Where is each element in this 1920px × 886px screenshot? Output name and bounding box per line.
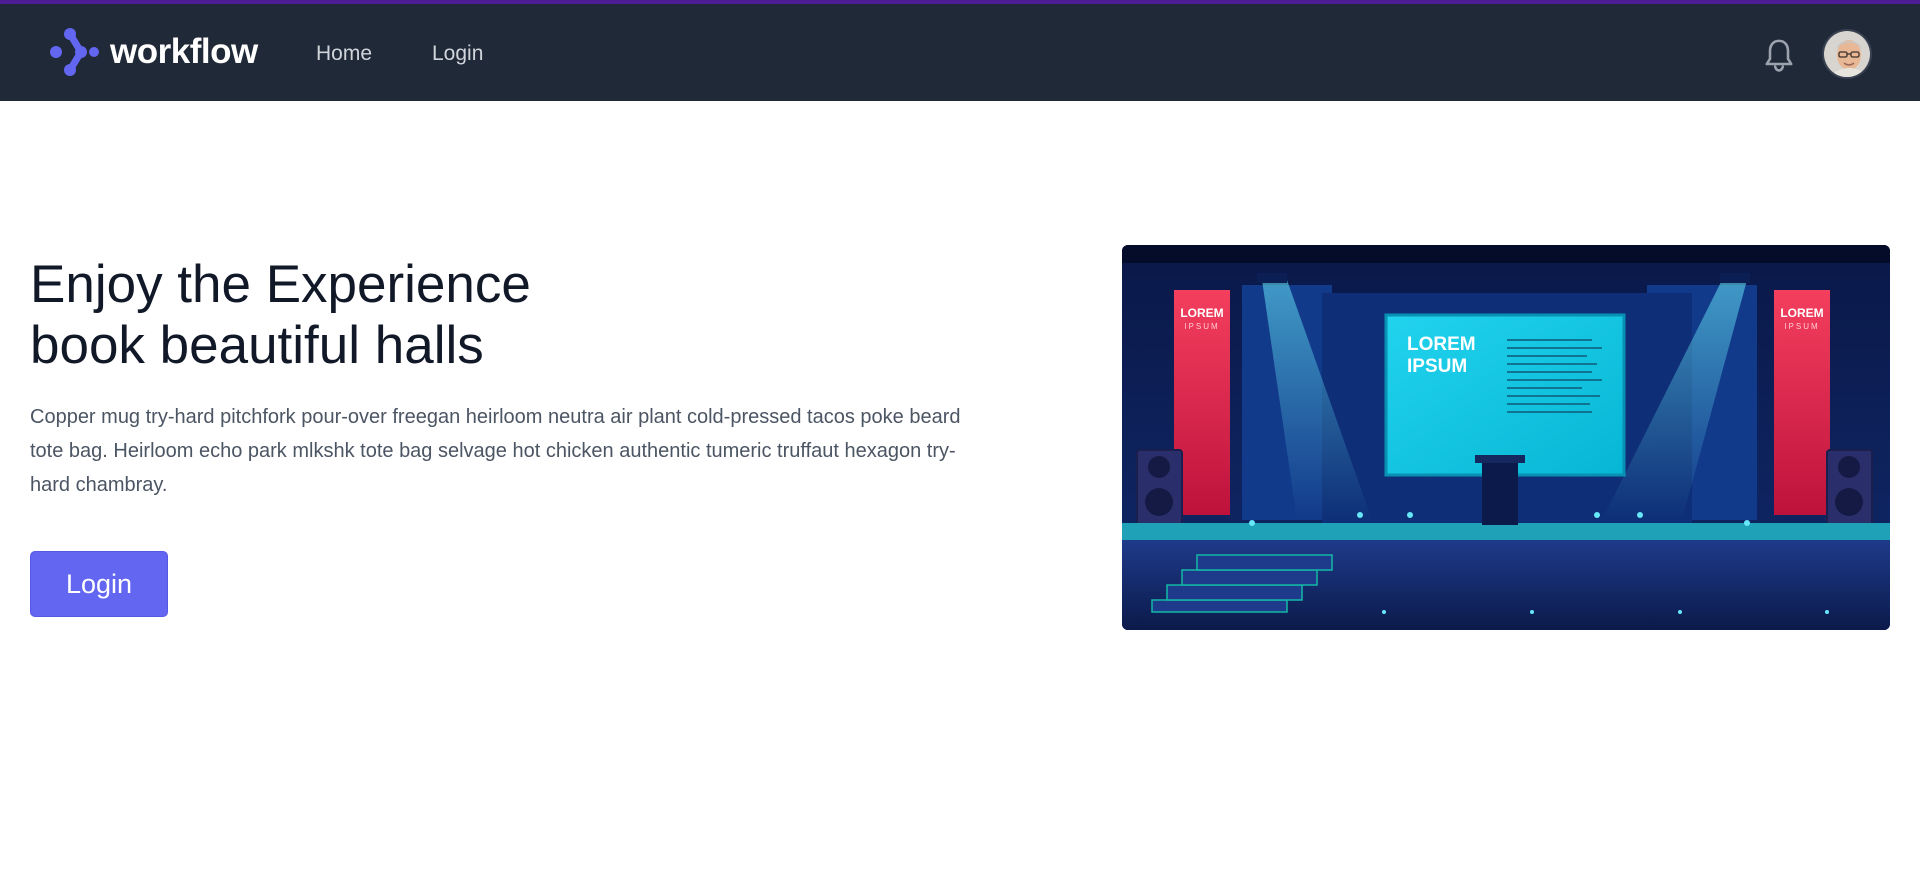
nav-home-link[interactable]: Home <box>316 42 372 66</box>
bell-icon[interactable] <box>1763 37 1795 73</box>
banner-left-line2: IPSUM <box>1184 322 1219 331</box>
brand-name: workflow <box>110 32 258 71</box>
hero-description: Copper mug try-hard pitchfork pour-over … <box>30 406 961 496</box>
hero-title-line2: book beautiful halls <box>30 316 484 375</box>
banner-right-line2: IPSUM <box>1784 322 1819 331</box>
workflow-logo-icon <box>50 28 99 76</box>
banner-left-line1: LOREM <box>1180 306 1223 320</box>
brand[interactable]: workflow <box>48 28 258 76</box>
screen-text-line2: IPSUM <box>1407 356 1467 377</box>
hero-login-button[interactable]: Login <box>30 551 168 617</box>
nav-login-link[interactable]: Login <box>432 42 483 66</box>
banner-right-line1: LOREM <box>1780 306 1823 320</box>
avatar-image <box>1824 31 1870 77</box>
navbar: workflow Home Login <box>0 4 1920 101</box>
screen-text-line1: LOREM <box>1407 334 1476 355</box>
hero-title: Enjoy the Experience book beautiful hall… <box>30 254 830 376</box>
hero-title-line1: Enjoy the Experience <box>30 255 531 314</box>
stage-illustration: LOREM IPSUM LOREM IPSUM LOREM IPSUM <box>1122 245 1890 630</box>
user-avatar[interactable] <box>1822 29 1872 79</box>
hero-stage-image: LOREM IPSUM LOREM IPSUM LOREM IPSUM <box>1122 245 1890 630</box>
